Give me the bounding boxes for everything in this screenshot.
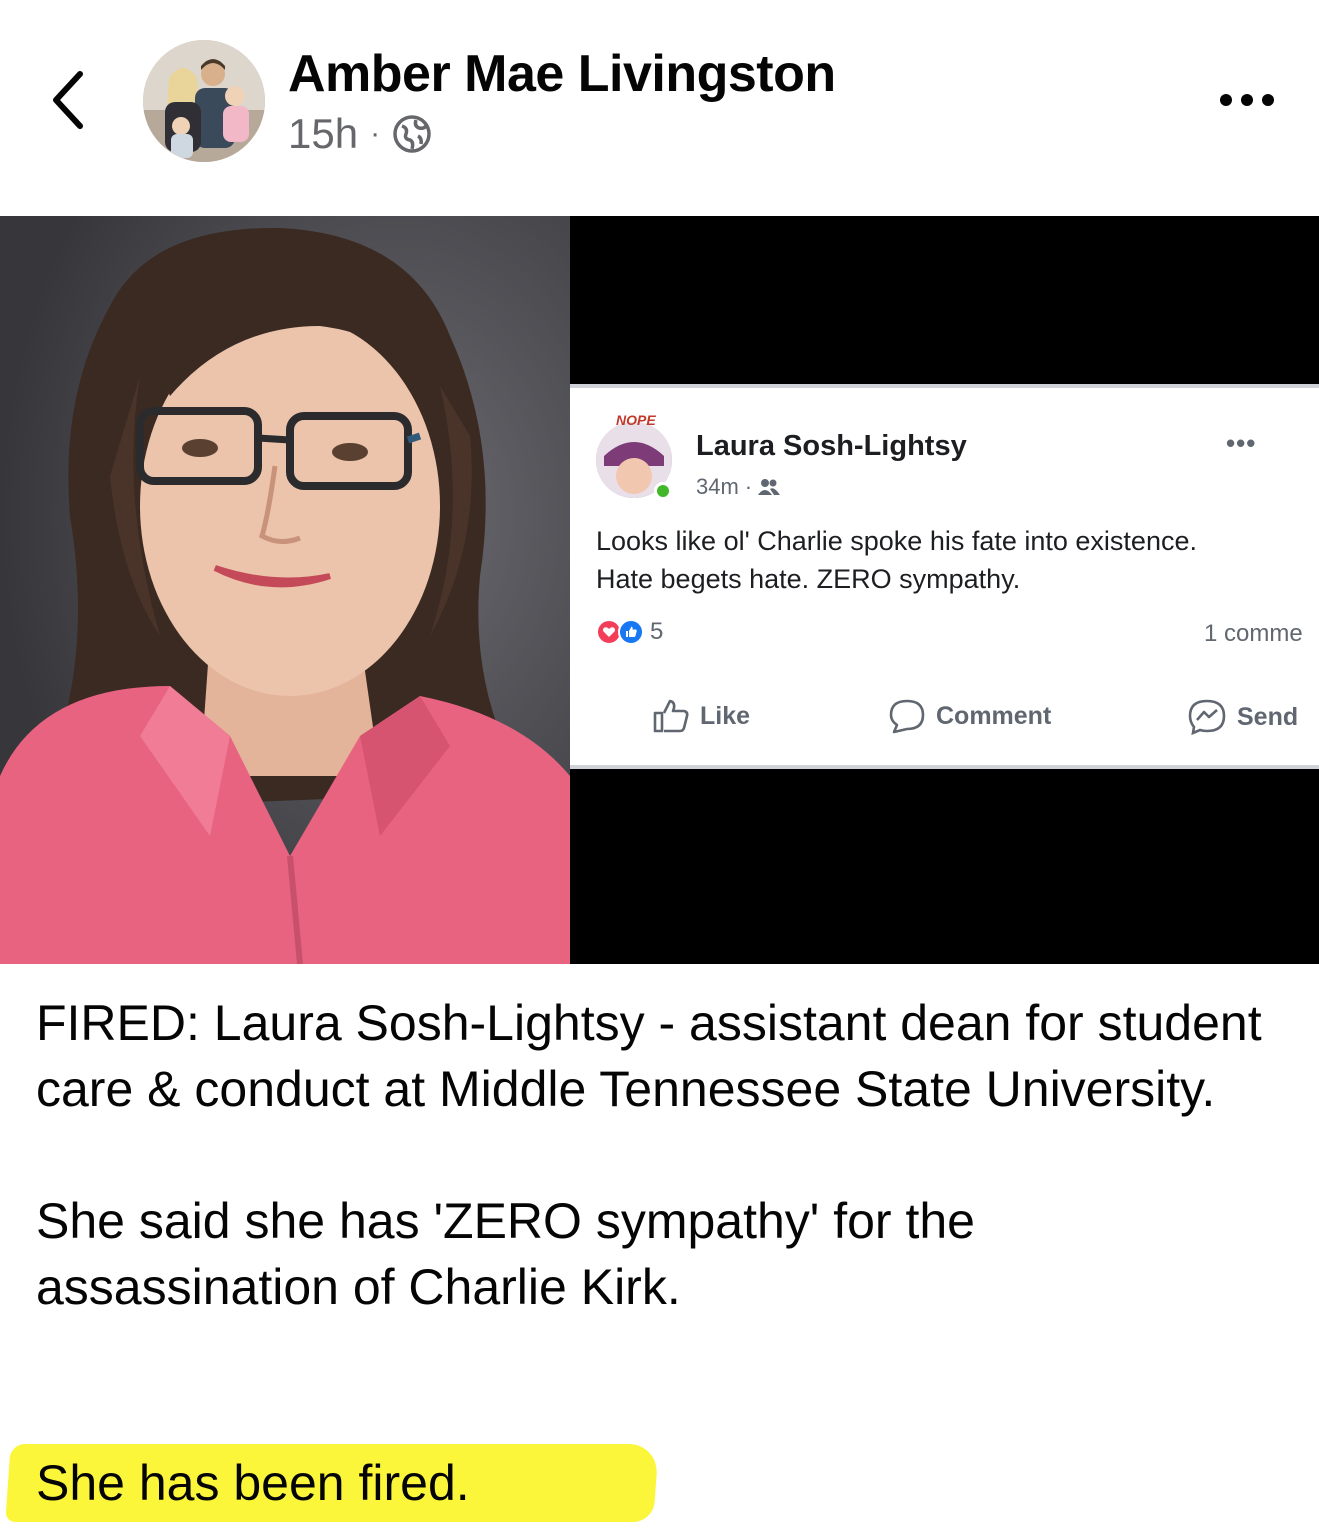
embedded-badge: NOPE (616, 412, 656, 428)
online-status-dot (654, 482, 672, 500)
post-meta: 15h · (288, 110, 432, 158)
globe-icon[interactable] (392, 114, 432, 154)
meta-separator: · (370, 117, 381, 150)
embedded-comment-label: Comment (936, 701, 1052, 730)
post-header: Amber Mae Livingston 15h · (0, 0, 1319, 216)
woman-portrait (0, 216, 570, 964)
back-button[interactable] (40, 62, 100, 132)
like-reaction-icon (618, 619, 644, 645)
embedded-like-label: Like (700, 701, 751, 730)
comment-bubble-icon (889, 699, 925, 734)
chevron-left-icon (53, 71, 83, 129)
embedded-post-meta: 34m · (696, 474, 781, 500)
embedded-send-action: Send (1187, 698, 1298, 736)
embedded-post-text: Looks like ol' Charlie spoke his fate in… (596, 522, 1316, 598)
embedded-reaction-count: 5 (650, 618, 664, 645)
author-name[interactable]: Amber Mae Livingston (288, 44, 836, 104)
post-paragraph-2: She said she has 'ZERO sympathy' for the… (36, 1193, 975, 1315)
embedded-action-bar: Like Comment Send (570, 690, 1319, 740)
author-avatar[interactable] (143, 40, 265, 162)
avatar-image (143, 40, 265, 162)
embedded-comment-action: Comment (888, 698, 1051, 734)
post-body: FIRED: Laura Sosh-Lightsy - assistant de… (36, 990, 1286, 1386)
embedded-comments-count: 1 comme (1204, 620, 1303, 647)
embedded-author-name: Laura Sosh-Lightsy (696, 430, 967, 462)
embedded-text-line-2: Hate begets hate. ZERO sympathy. (596, 564, 1021, 594)
more-horizontal-icon (1220, 94, 1274, 106)
more-options-button[interactable] (1212, 80, 1282, 120)
embedded-post-time: 34m (696, 474, 739, 499)
portrait-photo (0, 216, 570, 964)
post-paragraph-3: She has been fired. (36, 1455, 470, 1511)
embedded-meta-separator: · (744, 474, 753, 499)
embedded-post-screenshot: NOPE Laura Sosh-Lightsy 34m · ••• Looks … (570, 384, 1319, 769)
embedded-reactions: 5 (596, 618, 663, 646)
thumbs-up-icon (653, 699, 689, 733)
post-paragraph-1: FIRED: Laura Sosh-Lightsy - assistant de… (36, 995, 1262, 1117)
embedded-like-action: Like (652, 698, 750, 734)
embedded-more-icon: ••• (1226, 428, 1257, 458)
post-image[interactable]: NOPE Laura Sosh-Lightsy 34m · ••• Looks … (0, 216, 1319, 964)
post-time[interactable]: 15h (288, 110, 358, 158)
friends-icon (758, 479, 781, 495)
embedded-send-label: Send (1237, 702, 1299, 731)
embedded-text-line-1: Looks like ol' Charlie spoke his fate in… (596, 526, 1197, 556)
messenger-icon (1188, 699, 1226, 736)
